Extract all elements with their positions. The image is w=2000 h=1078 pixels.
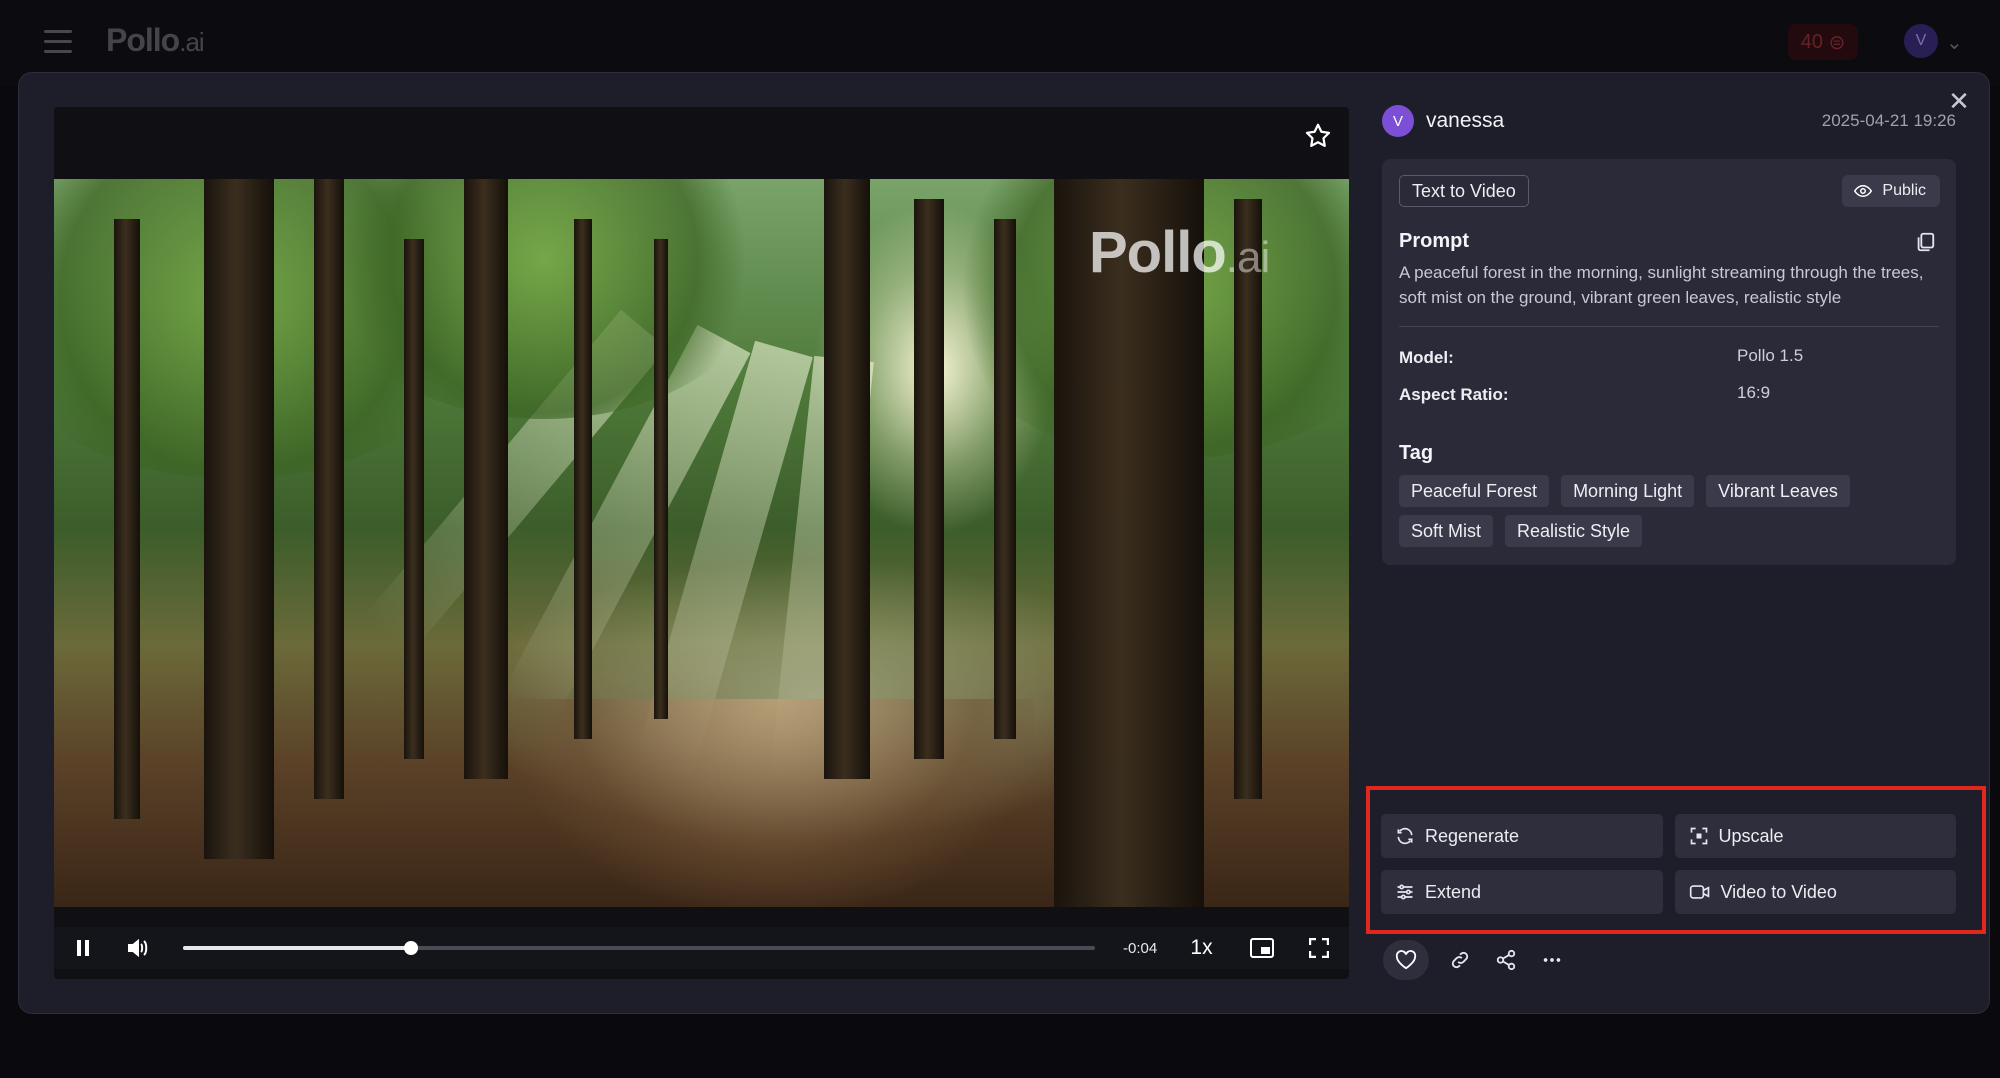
credits-badge[interactable]: 40 ⊜ xyxy=(1788,24,1858,60)
pause-icon[interactable] xyxy=(68,933,98,963)
eye-icon xyxy=(1854,184,1873,198)
video-to-video-label: Video to Video xyxy=(1720,881,1837,902)
progress-fill xyxy=(183,946,412,950)
chevron-down-icon[interactable]: ⌄ xyxy=(1946,30,1963,55)
tag-item[interactable]: Peaceful Forest xyxy=(1399,475,1550,507)
model-value: Pollo 1.5 xyxy=(1737,346,1804,365)
menu-icon[interactable] xyxy=(44,30,72,54)
upscale-icon xyxy=(1690,827,1707,845)
tag-item[interactable]: Soft Mist xyxy=(1399,515,1494,547)
tag-item[interactable]: Vibrant Leaves xyxy=(1706,475,1850,507)
progress-bar[interactable] xyxy=(183,941,1096,955)
tag-heading: Tag xyxy=(1399,442,1434,464)
created-timestamp: 2025-04-21 19:26 xyxy=(1821,111,1956,130)
visibility-toggle[interactable]: Public xyxy=(1842,175,1940,207)
video-watermark: Pollo.ai xyxy=(1089,220,1270,285)
video-player[interactable]: Pollo.ai -0:04 1x xyxy=(54,107,1349,979)
playback-speed-button[interactable]: 1x xyxy=(1190,936,1220,960)
model-label: Model: xyxy=(1399,348,1454,367)
volume-icon[interactable] xyxy=(124,933,154,963)
fullscreen-icon[interactable] xyxy=(1303,933,1335,963)
heart-icon xyxy=(1395,950,1417,970)
extend-button[interactable]: Extend xyxy=(1381,870,1663,914)
video-camera-icon xyxy=(1689,885,1709,899)
tag-item[interactable]: Morning Light xyxy=(1561,475,1695,507)
aspect-ratio-value: 16:9 xyxy=(1737,383,1771,402)
aspect-ratio-label: Aspect Ratio: xyxy=(1399,385,1509,404)
social-actions xyxy=(1383,940,1567,980)
prompt-heading: Prompt xyxy=(1399,230,1469,252)
prompt-text: A peaceful forest in the morning, sunlig… xyxy=(1399,263,1924,307)
share-icon[interactable] xyxy=(1491,945,1521,975)
tag-list: Peaceful Forest Morning Light Vibrant Le… xyxy=(1399,475,1939,547)
video-frame: Pollo.ai xyxy=(54,179,1349,907)
action-buttons: Regenerate Upscale Extend Video to Video xyxy=(1381,814,1956,914)
account-avatar[interactable]: V xyxy=(1904,24,1938,58)
info-card: Text to Video Public Prompt A peaceful f… xyxy=(1382,159,1956,565)
more-options-icon[interactable] xyxy=(1537,945,1567,975)
upscale-button[interactable]: Upscale xyxy=(1674,814,1956,858)
copy-icon[interactable] xyxy=(1914,231,1938,255)
star-icon[interactable] xyxy=(1303,121,1333,151)
extend-label: Extend xyxy=(1425,881,1482,902)
tag-item[interactable]: Realistic Style xyxy=(1505,515,1643,547)
upscale-label: Upscale xyxy=(1718,825,1784,846)
visibility-label: Public xyxy=(1882,182,1926,199)
regenerate-label: Regenerate xyxy=(1425,825,1520,846)
link-icon[interactable] xyxy=(1445,945,1475,975)
divider xyxy=(1399,326,1939,327)
progress-handle[interactable] xyxy=(404,941,419,955)
sliders-icon xyxy=(1397,884,1413,900)
author-row: V vanessa 2025-04-21 19:26 xyxy=(1382,105,1956,137)
details-panel: V vanessa 2025-04-21 19:26 Text to Video… xyxy=(1382,105,1956,565)
author-avatar[interactable]: V xyxy=(1382,105,1414,137)
app-logo[interactable]: Pollo.ai xyxy=(106,22,205,59)
author-name[interactable]: vanessa xyxy=(1426,109,1504,133)
like-button[interactable] xyxy=(1383,940,1429,980)
generation-type-badge: Text to Video xyxy=(1399,175,1529,207)
refresh-icon xyxy=(1397,827,1413,845)
time-remaining: -0:04 xyxy=(1123,939,1158,957)
picture-in-picture-icon[interactable] xyxy=(1246,933,1278,963)
video-to-video-button[interactable]: Video to Video xyxy=(1674,870,1956,914)
regenerate-button[interactable]: Regenerate xyxy=(1381,814,1663,858)
player-controls: -0:04 1x xyxy=(54,927,1349,969)
